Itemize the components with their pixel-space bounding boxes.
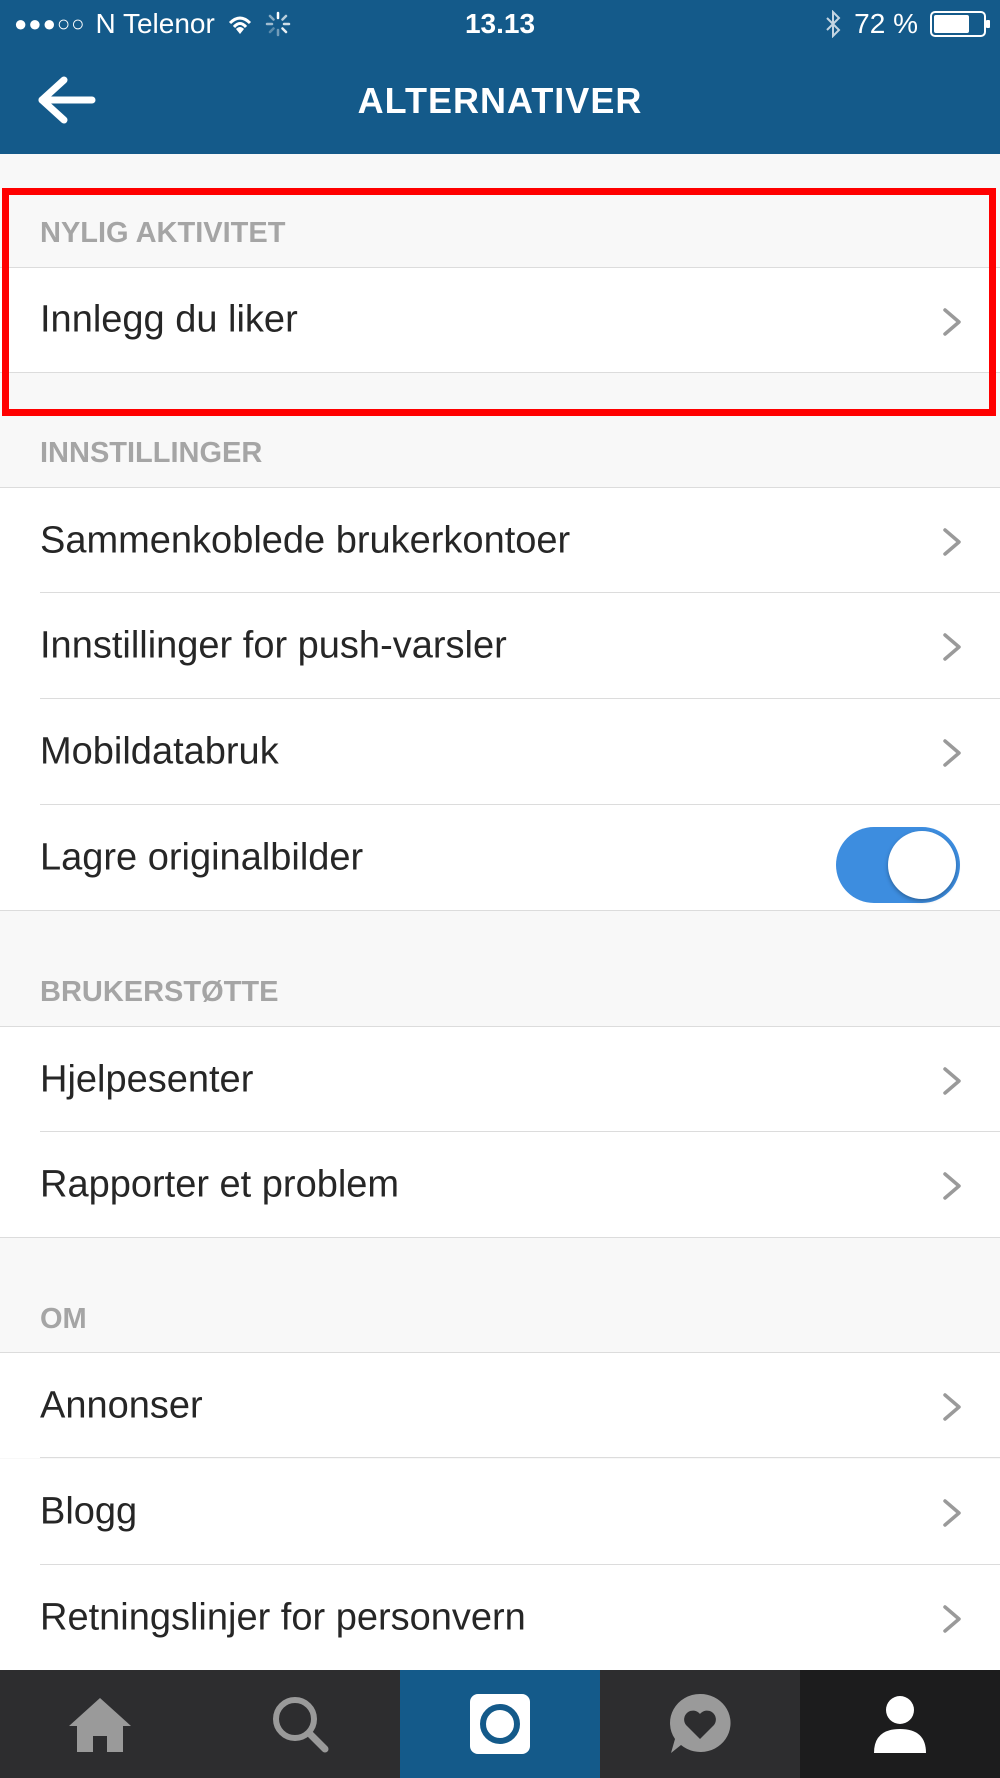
profile-icon	[874, 1696, 926, 1753]
section-header-settings: INNSTILLINGER	[0, 373, 1000, 488]
home-icon	[69, 1698, 131, 1752]
row-help-center[interactable]: Hjelpesenter	[0, 1026, 1000, 1132]
chevron-right-icon	[943, 739, 961, 767]
save-originals-toggle[interactable]	[836, 827, 960, 903]
row-liked-posts[interactable]: Innlegg du liker	[0, 267, 1000, 373]
chevron-right-icon	[943, 1067, 961, 1095]
camera-icon	[470, 1694, 530, 1754]
row-save-original-photos: Lagre originalbilder	[0, 805, 1000, 911]
row-report-problem[interactable]: Rapporter et problem	[0, 1132, 1000, 1238]
section-header-support: BRUKERSTØTTE	[0, 912, 1000, 1027]
row-push-notifications[interactable]: Innstillinger for push-varsler	[0, 593, 1000, 699]
section-header-recent-activity: NYLIG AKTIVITET	[0, 188, 1000, 268]
row-privacy-policy[interactable]: Retningslinjer for personvern	[0, 1565, 1000, 1671]
row-label: Lagre originalbilder	[40, 836, 364, 878]
row-label: Innstillinger for push-varsler	[40, 624, 507, 667]
row-label: Blogg	[40, 1490, 138, 1533]
chevron-right-icon	[943, 1172, 961, 1200]
row-label: Retningslinjer for personvern	[40, 1596, 526, 1638]
bluetooth-icon	[826, 10, 841, 38]
search-icon	[273, 1697, 329, 1753]
tab-profile[interactable]	[800, 1670, 1000, 1778]
section-header-about: OM	[0, 1239, 1000, 1354]
chevron-right-icon	[943, 1499, 961, 1527]
chevron-right-icon	[943, 308, 961, 336]
activity-heart-icon	[670, 1693, 731, 1753]
row-label: Sammenkoblede brukerkontoer	[40, 519, 571, 561]
row-label: Hjelpesenter	[40, 1058, 254, 1100]
tab-camera[interactable]	[400, 1670, 600, 1778]
options-screen: ●●●○○ N Telenor 13.13 72 % ALTERNATIVER …	[0, 0, 1000, 1778]
row-label: Rapporter et problem	[40, 1163, 400, 1205]
row-linked-accounts[interactable]: Sammenkoblede brukerkontoer	[0, 487, 1000, 593]
row-mobile-data-usage[interactable]: Mobildatabruk	[0, 699, 1000, 805]
nav-header: ALTERNATIVER	[0, 50, 1000, 154]
tab-search[interactable]	[200, 1670, 400, 1778]
page-title: ALTERNATIVER	[357, 80, 643, 121]
tab-activity[interactable]	[600, 1670, 800, 1778]
row-label: Innlegg du liker	[40, 298, 298, 341]
tab-bar	[0, 1670, 1000, 1778]
status-bar: ●●●○○ N Telenor 13.13 72 %	[0, 0, 1000, 50]
battery-percent: 72 %	[854, 8, 918, 39]
chevron-right-icon	[943, 528, 961, 556]
chevron-right-icon	[943, 1393, 961, 1421]
chevron-right-icon	[943, 633, 961, 661]
row-blog[interactable]: Blogg	[0, 1459, 1000, 1565]
battery-icon	[930, 11, 990, 37]
toggle-knob	[888, 831, 956, 899]
chevron-right-icon	[943, 1605, 961, 1633]
tab-home[interactable]	[0, 1670, 200, 1778]
row-ads[interactable]: Annonser	[0, 1352, 1000, 1458]
row-label: Annonser	[40, 1384, 203, 1426]
row-label: Mobildatabruk	[40, 730, 279, 773]
